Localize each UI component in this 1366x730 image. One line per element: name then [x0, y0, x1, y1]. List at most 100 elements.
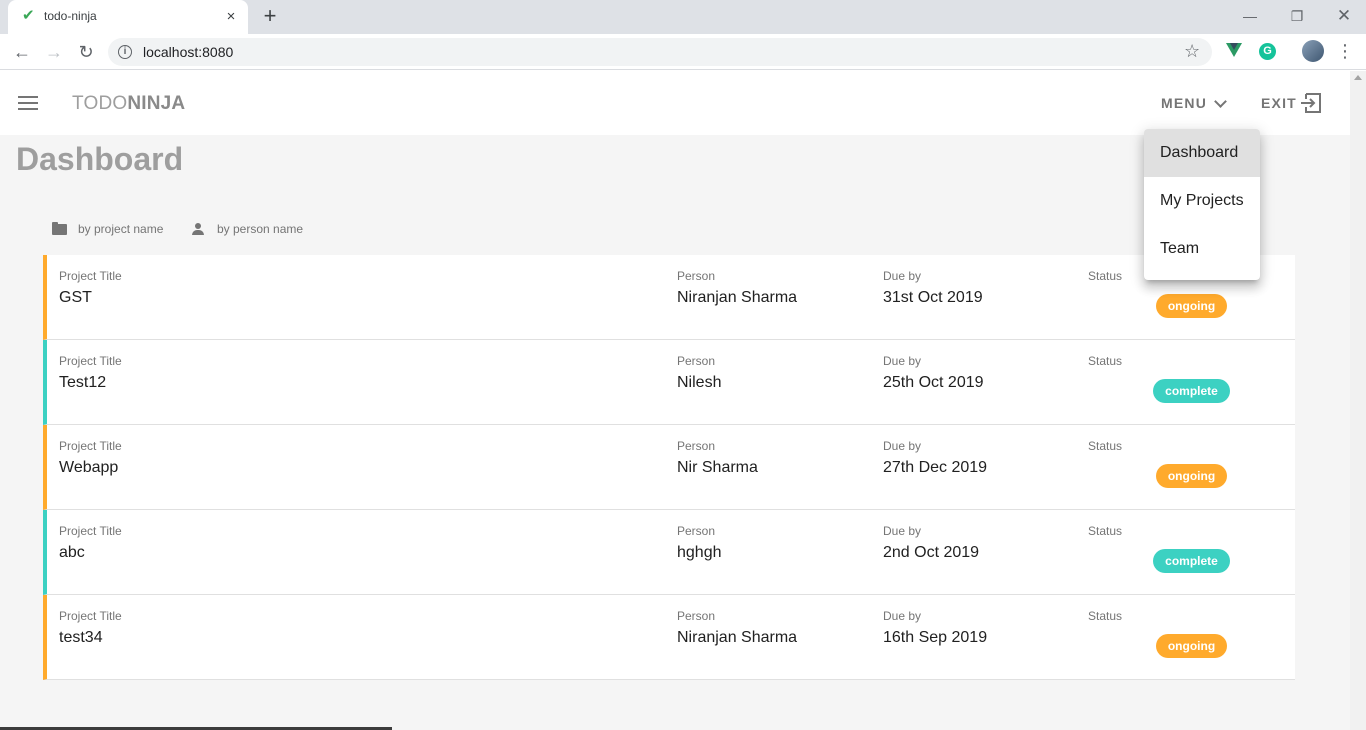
- forward-icon[interactable]: →: [42, 40, 66, 64]
- project-title-label: Project Title: [59, 439, 122, 453]
- project-list: Project Title GST Person Niranjan Sharma…: [43, 255, 1295, 680]
- project-row[interactable]: Project Title Webapp Person Nir Sharma D…: [43, 425, 1295, 510]
- vue-devtools-icon[interactable]: [1226, 43, 1242, 57]
- brand-todo: TODO: [72, 93, 128, 114]
- person-name: Nilesh: [677, 374, 722, 391]
- address-bar[interactable]: i localhost:8080 ☆: [108, 38, 1212, 66]
- project-row[interactable]: Project Title abc Person hghgh Due by 2n…: [43, 510, 1295, 595]
- person-name: hghgh: [677, 544, 722, 561]
- due-date: 25th Oct 2019: [883, 374, 984, 391]
- due-date: 16th Sep 2019: [883, 629, 988, 646]
- status-chip: complete: [1153, 549, 1230, 573]
- project-row[interactable]: Project Title GST Person Niranjan Sharma…: [43, 255, 1295, 340]
- status-chip: complete: [1153, 379, 1230, 403]
- profile-avatar[interactable]: [1302, 40, 1324, 62]
- due-date: 31st Oct 2019: [883, 289, 983, 306]
- url-text[interactable]: localhost:8080: [143, 44, 233, 60]
- status-label: Status: [1088, 609, 1123, 623]
- project-title: GST: [59, 289, 92, 306]
- browser-menu-icon[interactable]: ⋮: [1336, 40, 1354, 64]
- due-date: 2nd Oct 2019: [883, 544, 980, 561]
- person-label: Person: [677, 269, 716, 283]
- due-label: Due by: [883, 269, 922, 283]
- info-icon[interactable]: i: [118, 45, 132, 59]
- project-row[interactable]: Project Title test34 Person Niranjan Sha…: [43, 595, 1295, 680]
- chevron-down-icon[interactable]: [1214, 95, 1227, 108]
- dropdown-item-my-projects[interactable]: My Projects: [1144, 177, 1260, 225]
- project-title-label: Project Title: [59, 354, 122, 368]
- menu-button[interactable]: MENU: [1161, 95, 1207, 111]
- status-cell: Status: [1088, 609, 1122, 629]
- page-scrollbar[interactable]: [1350, 71, 1366, 730]
- new-tab-button[interactable]: +: [260, 5, 280, 27]
- project-title-cell: Project Title Test12: [59, 354, 122, 392]
- project-title: abc: [59, 544, 85, 561]
- project-row[interactable]: Project Title Test12 Person Nilesh Due b…: [43, 340, 1295, 425]
- due-cell: Due by 25th Oct 2019: [883, 354, 984, 392]
- due-cell: Due by 31st Oct 2019: [883, 269, 983, 307]
- due-label: Due by: [883, 524, 922, 538]
- person-label: Person: [677, 439, 716, 453]
- project-title-label: Project Title: [59, 524, 122, 538]
- project-title-cell: Project Title Webapp: [59, 439, 122, 477]
- due-date: 27th Dec 2019: [883, 459, 988, 476]
- due-label: Due by: [883, 609, 922, 623]
- due-cell: Due by 16th Sep 2019: [883, 609, 987, 647]
- sort-project-label: by project name: [78, 222, 164, 236]
- dropdown-item-team[interactable]: Team: [1144, 225, 1260, 273]
- person-cell: Person Niranjan Sharma: [677, 609, 797, 647]
- person-cell: Person hghgh: [677, 524, 722, 562]
- project-title-label: Project Title: [59, 269, 122, 283]
- project-title-cell: Project Title GST: [59, 269, 122, 307]
- due-cell: Due by 27th Dec 2019: [883, 439, 987, 477]
- person-icon: [192, 223, 204, 235]
- status-chip: ongoing: [1156, 294, 1227, 318]
- exit-button[interactable]: EXIT: [1261, 95, 1297, 111]
- sort-by-person-button[interactable]: by person name: [192, 221, 303, 237]
- person-cell: Person Niranjan Sharma: [677, 269, 797, 307]
- browser-tab[interactable]: ✔ todo-ninja ×: [8, 0, 248, 34]
- status-label: Status: [1088, 354, 1123, 368]
- restore-icon[interactable]: ❐: [1287, 6, 1307, 26]
- due-label: Due by: [883, 354, 922, 368]
- close-tab-icon[interactable]: ×: [222, 8, 240, 26]
- dropdown-item-dashboard[interactable]: Dashboard: [1144, 129, 1260, 177]
- person-label: Person: [677, 609, 716, 623]
- sort-person-label: by person name: [217, 222, 304, 236]
- project-title: Webapp: [59, 459, 119, 476]
- person-label: Person: [677, 524, 716, 538]
- status-label: Status: [1088, 439, 1123, 453]
- reload-icon[interactable]: ↻: [74, 40, 98, 64]
- check-icon: ✔: [22, 7, 35, 24]
- close-window-icon[interactable]: ✕: [1334, 6, 1354, 26]
- person-cell: Person Nir Sharma: [677, 439, 758, 477]
- project-title-cell: Project Title test34: [59, 609, 122, 647]
- folder-icon: [52, 221, 67, 235]
- bookmark-star-icon[interactable]: ☆: [1184, 41, 1200, 62]
- browser-toolbar: ← → ↻ i localhost:8080 ☆ G ⋮: [0, 34, 1366, 70]
- project-title-cell: Project Title abc: [59, 524, 122, 562]
- person-name: Niranjan Sharma: [677, 629, 798, 646]
- status-cell: Status: [1088, 269, 1122, 289]
- status-chip: ongoing: [1156, 634, 1227, 658]
- hamburger-menu-icon[interactable]: [18, 96, 38, 110]
- status-cell: Status: [1088, 524, 1122, 544]
- status-cell: Status: [1088, 354, 1122, 374]
- project-title-label: Project Title: [59, 609, 122, 623]
- page-title: Dashboard: [16, 141, 184, 177]
- exit-icon[interactable]: [1300, 93, 1322, 113]
- sort-by-project-button[interactable]: by project name: [52, 221, 163, 237]
- status-cell: Status: [1088, 439, 1122, 459]
- person-cell: Person Nilesh: [677, 354, 721, 392]
- tab-title: todo-ninja: [44, 9, 97, 23]
- status-chip: ongoing: [1156, 464, 1227, 488]
- person-label: Person: [677, 354, 716, 368]
- grammarly-icon[interactable]: G: [1259, 43, 1276, 60]
- status-label: Status: [1088, 269, 1123, 283]
- back-icon[interactable]: ←: [10, 40, 34, 64]
- project-title: Test12: [59, 374, 107, 391]
- minimize-icon[interactable]: —: [1240, 6, 1260, 26]
- app-brand: TODONINJA: [72, 93, 185, 115]
- navigation-dropdown: Dashboard My Projects Team: [1144, 129, 1260, 280]
- status-label: Status: [1088, 524, 1123, 538]
